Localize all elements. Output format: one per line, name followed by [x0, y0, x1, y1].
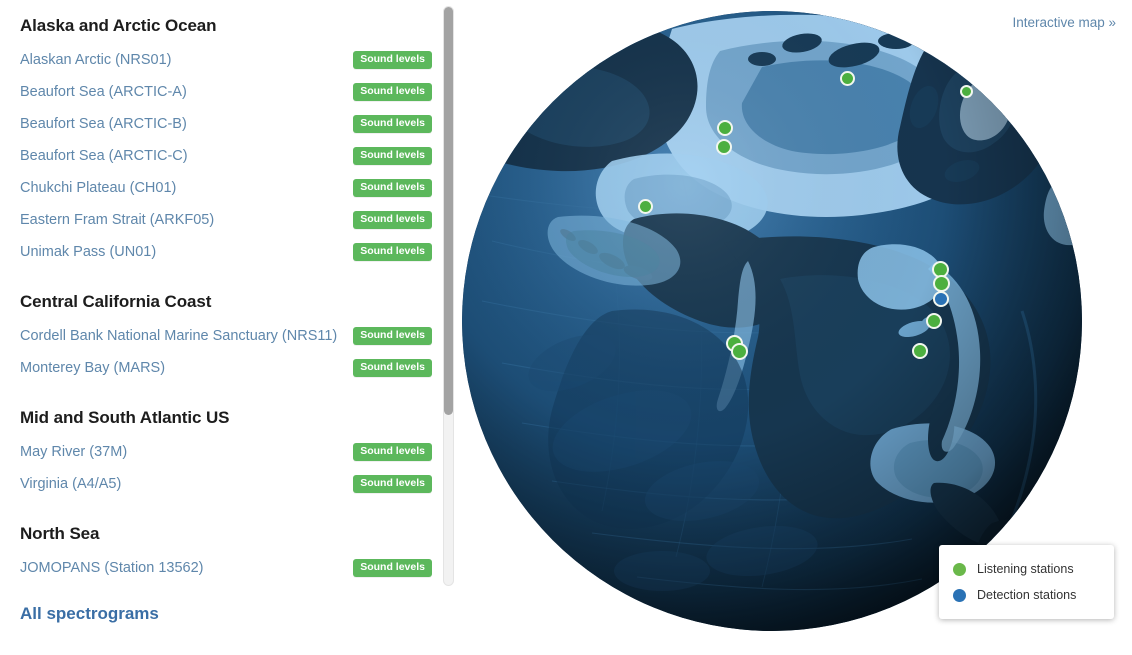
sound-levels-button[interactable]: Sound levels: [353, 559, 432, 577]
station-section: North Sea JOMOPANS (Station 13562) Sound l…: [0, 500, 446, 584]
station-link[interactable]: Beaufort Sea (ARCTIC-B): [20, 116, 187, 132]
station-row: Eastern Fram Strait (ARKF05) Sound levels: [0, 204, 446, 236]
all-spectrograms-link[interactable]: All spectrograms: [20, 604, 159, 624]
legend-row: Listening stations: [953, 556, 1100, 582]
section-heading: Alaska and Arctic Ocean: [20, 16, 217, 35]
sound-levels-button[interactable]: Sound levels: [353, 475, 432, 493]
map-legend: Listening stations Detection stations: [939, 545, 1114, 619]
legend-listening-dot-icon: [953, 562, 966, 576]
sound-levels-button[interactable]: Sound levels: [353, 179, 432, 197]
station-link[interactable]: Monterey Bay (MARS): [20, 360, 165, 376]
sound-levels-button[interactable]: Sound levels: [353, 115, 432, 133]
interactive-map-link[interactable]: Interactive map »: [1012, 15, 1116, 30]
station-link[interactable]: May River (37M): [20, 444, 127, 460]
globe-map-area: Interactive map » Listening stations Det…: [460, 0, 1132, 655]
station-marker-listening[interactable]: [730, 342, 748, 360]
legend-row: Detection stations: [953, 582, 1100, 608]
station-row: Beaufort Sea (ARCTIC-B) Sound levels: [0, 108, 446, 140]
section-heading: Central California Coast: [20, 292, 212, 311]
sound-levels-button[interactable]: Sound levels: [353, 83, 432, 101]
station-row: May River (37M) Sound levels: [0, 436, 446, 468]
station-marker-listening[interactable]: [932, 274, 950, 292]
sound-levels-button[interactable]: Sound levels: [353, 51, 432, 69]
section-heading: Mid and South Atlantic US: [20, 408, 230, 427]
legend-label: Detection stations: [977, 588, 1077, 602]
station-link[interactable]: Beaufort Sea (ARCTIC-A): [20, 84, 187, 100]
legend-label: Listening stations: [977, 562, 1074, 576]
station-marker-detection[interactable]: [933, 291, 949, 307]
sound-levels-button[interactable]: Sound levels: [353, 359, 432, 377]
station-row: Virginia (A4/A5) Sound levels: [0, 468, 446, 500]
station-row: Beaufort Sea (ARCTIC-A) Sound levels: [0, 76, 446, 108]
legend-detection-dot-icon: [953, 588, 966, 602]
station-link[interactable]: Alaskan Arctic (NRS01): [20, 52, 172, 68]
station-marker-listening[interactable]: [717, 120, 733, 136]
station-section: Alaska and Arctic Ocean Alaskan Arctic (N…: [0, 0, 446, 268]
station-row: Beaufort Sea (ARCTIC-C) Sound levels: [0, 140, 446, 172]
station-link[interactable]: Chukchi Plateau (CH01): [20, 180, 176, 196]
sound-levels-button[interactable]: Sound levels: [353, 211, 432, 229]
station-marker-listening[interactable]: [959, 84, 973, 98]
panel-scrollbar[interactable]: [443, 6, 454, 586]
station-row: Chukchi Plateau (CH01) Sound levels: [0, 172, 446, 204]
station-section: Mid and South Atlantic US May River (37M)…: [0, 384, 446, 500]
station-list-scroll-viewport[interactable]: Alaska and Arctic Ocean Alaskan Arctic (N…: [0, 0, 446, 588]
station-link[interactable]: Cordell Bank National Marine Sanctuary (…: [20, 328, 337, 344]
station-section: Central California Coast Cordell Bank Nat…: [0, 268, 446, 384]
station-link[interactable]: JOMOPANS (Station 13562): [20, 560, 203, 576]
station-row: JOMOPANS (Station 13562) Sound levels: [0, 552, 446, 584]
station-link[interactable]: Virginia (A4/A5): [20, 476, 121, 492]
station-link[interactable]: Unimak Pass (UN01): [20, 244, 156, 260]
station-link[interactable]: Beaufort Sea (ARCTIC-C): [20, 148, 188, 164]
globe-image[interactable]: [462, 11, 1082, 631]
station-marker-listening[interactable]: [926, 313, 942, 329]
station-list-panel: Alaska and Arctic Ocean Alaskan Arctic (N…: [0, 0, 460, 655]
sound-levels-button[interactable]: Sound levels: [353, 243, 432, 261]
panel-scrollbar-thumb[interactable]: [444, 7, 453, 415]
sound-levels-button[interactable]: Sound levels: [353, 147, 432, 165]
station-link[interactable]: Eastern Fram Strait (ARKF05): [20, 212, 214, 228]
station-row: Unimak Pass (UN01) Sound levels: [0, 236, 446, 268]
station-sections: Alaska and Arctic Ocean Alaskan Arctic (N…: [0, 0, 446, 584]
station-row: Cordell Bank National Marine Sanctuary (…: [0, 320, 446, 352]
station-row: Alaskan Arctic (NRS01) Sound levels: [0, 44, 446, 76]
globe-landmass-graphic: [462, 11, 1082, 631]
station-marker-listening[interactable]: [912, 343, 928, 359]
sound-levels-button[interactable]: Sound levels: [353, 327, 432, 345]
station-row: Monterey Bay (MARS) Sound levels: [0, 352, 446, 384]
station-marker-listening[interactable]: [716, 139, 732, 155]
sound-levels-button[interactable]: Sound levels: [353, 443, 432, 461]
station-marker-listening[interactable]: [839, 70, 855, 86]
station-marker-listening[interactable]: [637, 198, 653, 214]
section-heading: North Sea: [20, 524, 100, 543]
